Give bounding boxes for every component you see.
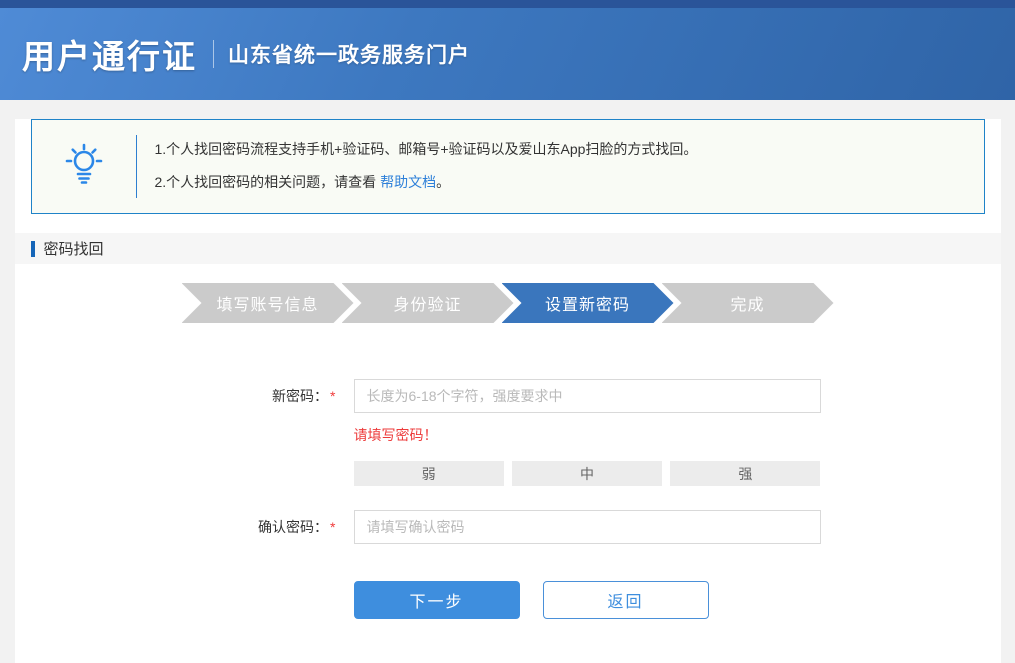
step-wizard: 填写账号信息 身份验证 设置新密码 完成 <box>15 283 1001 323</box>
strength-weak: 弱 <box>354 461 504 486</box>
new-password-label-text: 新密码： <box>272 388 328 404</box>
section-bar-icon <box>31 241 35 257</box>
page: 用户通行证 山东省统一政务服务门户 <box>0 0 1015 663</box>
next-step-button[interactable]: 下一步 <box>354 581 520 619</box>
notice-line-2-suffix: 。 <box>436 174 450 190</box>
lightbulb-icon <box>61 141 107 192</box>
password-form: 新密码：* 请填写密码！ 弱 中 强 确认密码：* 下一步 返回 <box>15 379 1001 619</box>
notice-box: 1.个人找回密码流程支持手机+验证码、邮箱号+验证码以及爱山东App扫脸的方式找… <box>31 119 985 214</box>
password-error-message: 请填写密码！ <box>354 425 1001 445</box>
step-fill-account-info: 填写账号信息 <box>182 283 354 323</box>
new-password-input[interactable] <box>354 379 821 413</box>
back-button[interactable]: 返回 <box>543 581 709 619</box>
notice-line-2-text: 2.个人找回密码的相关问题，请查看 <box>155 174 381 190</box>
strength-strong: 强 <box>670 461 820 486</box>
section-header: 密码找回 <box>15 233 1001 264</box>
form-buttons: 下一步 返回 <box>354 581 1001 619</box>
step-identity-verification: 身份验证 <box>342 283 514 323</box>
header: 用户通行证 山东省统一政务服务门户 <box>0 8 1015 100</box>
section-title: 密码找回 <box>44 238 104 259</box>
step-complete: 完成 <box>662 283 834 323</box>
notice-line-2: 2.个人找回密码的相关问题，请查看 帮助文档。 <box>155 166 698 199</box>
page-title: 用户通行证 <box>22 30 197 78</box>
header-top-strip <box>0 0 1015 8</box>
password-strength-indicator: 弱 中 强 <box>354 461 821 486</box>
confirm-password-input[interactable] <box>354 510 821 544</box>
header-subtitle: 山东省统一政务服务门户 <box>228 39 470 69</box>
step-set-new-password: 设置新密码 <box>502 283 674 323</box>
notice-text: 1.个人找回密码流程支持手机+验证码、邮箱号+验证码以及爱山东App扫脸的方式找… <box>137 120 708 213</box>
confirm-password-label: 确认密码：* <box>15 517 336 537</box>
help-doc-link[interactable]: 帮助文档 <box>380 174 436 190</box>
notice-icon-cell <box>32 120 136 213</box>
confirm-password-row: 确认密码：* <box>15 510 1001 544</box>
strength-medium: 中 <box>512 461 662 486</box>
new-password-label: 新密码：* <box>15 386 336 406</box>
required-asterisk: * <box>330 519 335 535</box>
confirm-password-label-text: 确认密码： <box>258 519 328 535</box>
notice-line-1: 1.个人找回密码流程支持手机+验证码、邮箱号+验证码以及爱山东App扫脸的方式找… <box>155 133 698 166</box>
required-asterisk: * <box>330 388 335 404</box>
new-password-row: 新密码：* <box>15 379 1001 413</box>
header-divider <box>213 40 214 68</box>
main-card: 1.个人找回密码流程支持手机+验证码、邮箱号+验证码以及爱山东App扫脸的方式找… <box>15 119 1001 663</box>
